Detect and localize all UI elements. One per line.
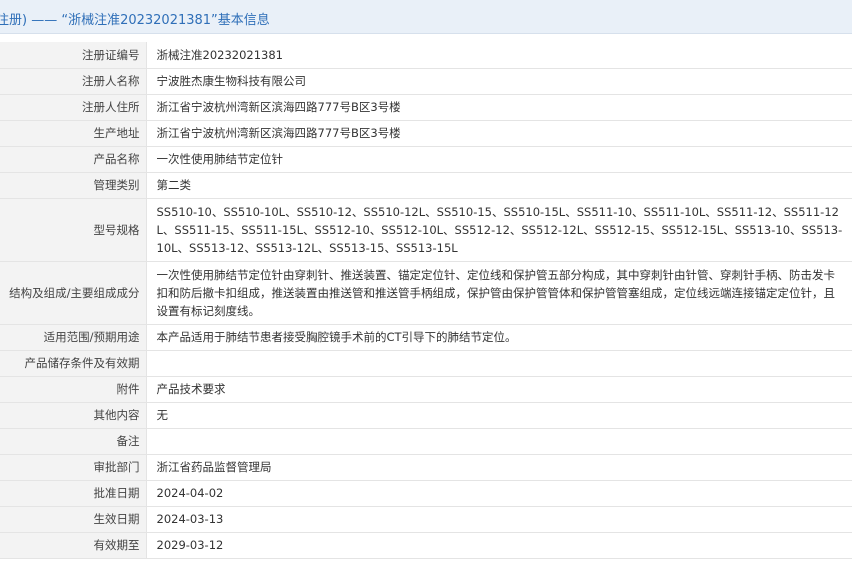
field-value bbox=[146, 428, 852, 455]
field-value: 一次性使用肺结节定位针 bbox=[146, 146, 852, 173]
table-row-production-address: 生产地址 浙江省宁波杭州湾新区滨海四路777号B区3号楼 bbox=[0, 120, 852, 147]
table-row-model-specification: 型号规格 SS510-10、SS510-10L、SS510-12、SS510-1… bbox=[0, 198, 852, 262]
field-label: 批准日期 bbox=[0, 480, 147, 507]
field-value: 本产品适用于肺结节患者接受胸腔镜手术前的CT引导下的肺结节定位。 bbox=[146, 324, 852, 351]
table-row-registrant-name: 注册人名称 宁波胜杰康生物科技有限公司 bbox=[0, 68, 852, 95]
page-title: 注册) —— “浙械注准20232021381”基本信息 bbox=[0, 13, 270, 28]
field-label: 产品名称 bbox=[0, 146, 147, 173]
table-row-registration-number: 注册证编号 浙械注准20232021381 bbox=[0, 42, 852, 69]
field-value: 一次性使用肺结节定位针由穿刺针、推送装置、锚定定位针、定位线和保护管五部分构成，… bbox=[146, 261, 852, 325]
field-value bbox=[146, 350, 852, 377]
field-value: 2024-04-02 bbox=[146, 480, 852, 507]
field-label: 结构及组成/主要组成成分 bbox=[0, 261, 147, 325]
field-label: 附件 bbox=[0, 376, 147, 403]
field-label: 注册人名称 bbox=[0, 68, 147, 95]
field-label: 生产地址 bbox=[0, 120, 147, 147]
field-value: 第二类 bbox=[146, 172, 852, 199]
table-row-approval-department: 审批部门 浙江省药品监督管理局 bbox=[0, 454, 852, 481]
table-row-intended-use: 适用范围/预期用途 本产品适用于肺结节患者接受胸腔镜手术前的CT引导下的肺结节定… bbox=[0, 324, 852, 351]
field-label: 产品储存条件及有效期 bbox=[0, 350, 147, 377]
field-label: 有效期至 bbox=[0, 532, 147, 559]
field-value: 2029-03-12 bbox=[146, 532, 852, 559]
table-row-storage-conditions: 产品储存条件及有效期 bbox=[0, 350, 852, 377]
table-row-effective-date: 生效日期 2024-03-13 bbox=[0, 506, 852, 533]
field-value: 无 bbox=[146, 402, 852, 429]
field-label: 适用范围/预期用途 bbox=[0, 324, 147, 351]
field-label: 注册证编号 bbox=[0, 42, 147, 69]
field-label: 备注 bbox=[0, 428, 147, 455]
table-row-product-name: 产品名称 一次性使用肺结节定位针 bbox=[0, 146, 852, 173]
table-row-attachment: 附件 产品技术要求 bbox=[0, 376, 852, 403]
field-value: 宁波胜杰康生物科技有限公司 bbox=[146, 68, 852, 95]
table-row-other-content: 其他内容 无 bbox=[0, 402, 852, 429]
table-row-approval-date: 批准日期 2024-04-02 bbox=[0, 480, 852, 507]
table-row-registrant-address: 注册人住所 浙江省宁波杭州湾新区滨海四路777号B区3号楼 bbox=[0, 94, 852, 121]
page-header: 注册) —— “浙械注准20232021381”基本信息 bbox=[0, 0, 852, 34]
table-row-structure-composition: 结构及组成/主要组成成分 一次性使用肺结节定位针由穿刺针、推送装置、锚定定位针、… bbox=[0, 261, 852, 325]
field-label: 生效日期 bbox=[0, 506, 147, 533]
field-value: SS510-10、SS510-10L、SS510-12、SS510-12L、SS… bbox=[146, 198, 852, 262]
field-value: 浙江省药品监督管理局 bbox=[146, 454, 852, 481]
table-row-valid-until: 有效期至 2029-03-12 bbox=[0, 532, 852, 559]
field-label: 注册人住所 bbox=[0, 94, 147, 121]
field-value: 产品技术要求 bbox=[146, 376, 852, 403]
table-row-management-category: 管理类别 第二类 bbox=[0, 172, 852, 199]
field-label: 其他内容 bbox=[0, 402, 147, 429]
info-table: 注册证编号 浙械注准20232021381 注册人名称 宁波胜杰康生物科技有限公… bbox=[0, 42, 852, 559]
field-value: 2024-03-13 bbox=[146, 506, 852, 533]
field-value: 浙江省宁波杭州湾新区滨海四路777号B区3号楼 bbox=[146, 120, 852, 147]
field-value: 浙江省宁波杭州湾新区滨海四路777号B区3号楼 bbox=[146, 94, 852, 121]
field-label: 管理类别 bbox=[0, 172, 147, 199]
field-label: 审批部门 bbox=[0, 454, 147, 481]
field-value: 浙械注准20232021381 bbox=[146, 42, 852, 69]
field-label: 型号规格 bbox=[0, 198, 147, 262]
table-row-remarks: 备注 bbox=[0, 428, 852, 455]
